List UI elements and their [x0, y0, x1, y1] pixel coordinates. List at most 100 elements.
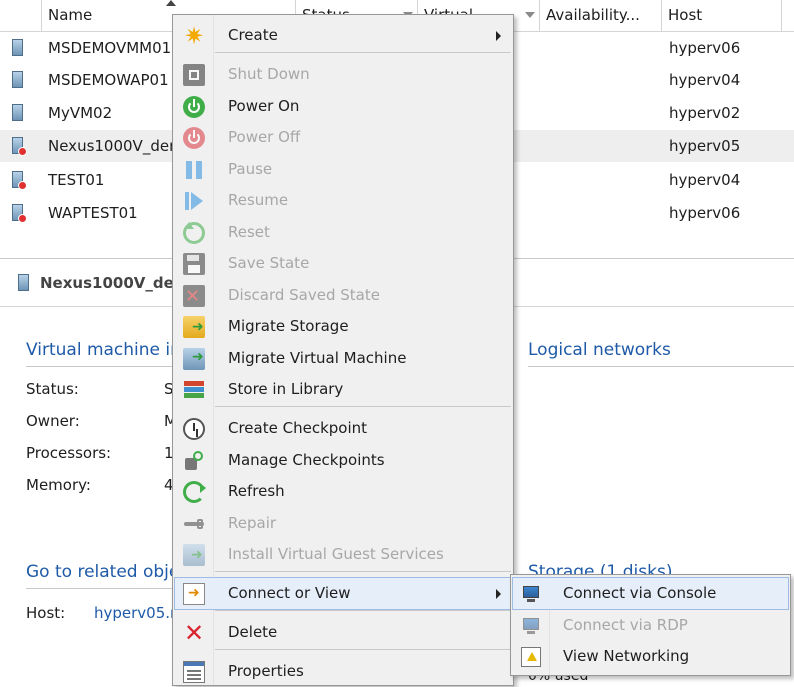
menu-item-label: Connect via RDP: [563, 616, 688, 634]
migrate-storage-icon: [183, 316, 205, 338]
menu-item-label: Install Virtual Guest Services: [228, 545, 444, 563]
menu-item-connect-or-view[interactable]: Connect or View: [174, 577, 512, 610]
menu-item-power-off[interactable]: Power Off: [175, 122, 511, 153]
menu-item-label: View Networking: [563, 647, 690, 665]
host-cell: hyperv05: [669, 137, 741, 155]
console-monitor-icon: [521, 584, 541, 604]
property-label: Processors:: [26, 444, 112, 462]
vm-icon: [10, 171, 27, 190]
menu-item-reset[interactable]: Reset: [175, 217, 511, 248]
menu-item-power-on[interactable]: Power On: [175, 91, 511, 122]
delete-icon: ✕: [183, 619, 205, 647]
menu-item-properties[interactable]: Properties: [175, 656, 511, 687]
property-label: Memory:: [26, 476, 91, 494]
migrate-vm-icon: [183, 348, 205, 370]
menu-item-save-state[interactable]: Save State: [175, 248, 511, 279]
vm-icon: [10, 137, 27, 156]
vm-name-cell: TEST01: [48, 171, 105, 189]
refresh-icon: [183, 481, 206, 503]
menu-item-label: Shut Down: [228, 65, 310, 83]
menu-item-delete[interactable]: ✕ Delete: [175, 617, 511, 648]
discard-icon: [183, 281, 205, 312]
networking-icon: [521, 647, 541, 667]
menu-item-label: Reset: [228, 223, 270, 241]
menu-item-store-in-library[interactable]: Store in Library: [175, 374, 511, 405]
menu-item-manage-checkpoints[interactable]: Manage Checkpoints: [175, 445, 511, 476]
menu-item-label: Repair: [228, 514, 277, 532]
context-menu: ✷ Create Shut Down Power On Power Off Pause Re…: [172, 14, 514, 686]
host-cell: hyperv02: [669, 104, 741, 122]
menu-item-install-guest-services[interactable]: Install Virtual Guest Services: [175, 539, 511, 570]
vm-icon: [10, 104, 24, 122]
menu-item-label: Delete: [228, 623, 278, 641]
menu-item-discard-saved-state[interactable]: Discard Saved State: [175, 280, 511, 312]
menu-separator: [215, 406, 511, 407]
vm-name-cell: MSDEMOWAP01: [48, 71, 169, 89]
menu-separator: [215, 52, 511, 53]
host-cell: hyperv06: [669, 39, 741, 57]
column-header-availability[interactable]: Availability...: [540, 0, 662, 31]
menu-item-migrate-vm[interactable]: Migrate Virtual Machine: [175, 343, 511, 374]
menu-item-create-checkpoint[interactable]: Create Checkpoint: [175, 413, 511, 444]
menu-item-connect-via-console[interactable]: Connect via Console: [512, 577, 789, 610]
host-cell: hyperv06: [669, 204, 741, 222]
menu-item-label: Refresh: [228, 482, 285, 500]
menu-item-migrate-storage[interactable]: Migrate Storage: [175, 311, 511, 342]
menu-item-label: Connect or View: [228, 584, 351, 602]
vm-icon: [16, 274, 30, 292]
menu-item-shut-down[interactable]: Shut Down: [175, 59, 511, 90]
menu-separator: [215, 649, 511, 650]
vm-icon: [10, 204, 27, 223]
menu-item-label: Power On: [228, 97, 300, 115]
rdp-monitor-icon: [521, 616, 541, 636]
logical-networks-title: Logical networks: [528, 340, 671, 360]
connect-or-view-submenu: Connect via Console Connect via RDP View N…: [510, 574, 791, 676]
menu-item-label: Migrate Virtual Machine: [228, 349, 407, 367]
manage-checkpoints-icon: [183, 450, 205, 472]
host-cell: hyperv04: [669, 171, 741, 189]
vm-name-cell: MSDEMOVMM01: [48, 39, 172, 57]
property-label: Owner:: [26, 412, 80, 430]
menu-item-repair[interactable]: Repair: [175, 508, 511, 539]
section-underline: [26, 366, 172, 367]
menu-item-label: Resume: [228, 191, 289, 209]
reset-icon: [183, 222, 205, 244]
menu-item-label: Properties: [228, 662, 304, 680]
menu-item-label: Store in Library: [228, 380, 344, 398]
menu-item-label: Save State: [228, 254, 310, 272]
host-label: Host:: [26, 604, 66, 622]
menu-item-view-networking[interactable]: View Networking: [513, 641, 788, 672]
menu-item-label: Migrate Storage: [228, 317, 349, 335]
column-header-status-icon[interactable]: [0, 0, 42, 31]
menu-item-label: Connect via Console: [563, 584, 717, 602]
sort-ascending-icon: [166, 0, 176, 6]
menu-item-create[interactable]: ✷ Create: [175, 20, 511, 51]
repair-icon: [183, 513, 205, 535]
vm-name-cell: WAPTEST01: [48, 204, 138, 222]
vm-name-cell: MyVM02: [48, 104, 113, 122]
column-header-host[interactable]: Host: [662, 0, 782, 31]
filter-dropdown-icon[interactable]: [525, 12, 535, 18]
section-underline: [26, 588, 172, 589]
vm-icon: [10, 71, 24, 89]
resume-icon: [183, 190, 205, 212]
shutdown-icon: [183, 64, 205, 86]
power-off-icon: [183, 127, 205, 149]
host-cell: hyperv04: [669, 71, 741, 89]
checkpoint-icon: [183, 418, 205, 440]
properties-icon: [183, 661, 205, 683]
menu-item-label: Manage Checkpoints: [228, 451, 385, 469]
menu-item-resume[interactable]: Resume: [175, 185, 511, 216]
column-header-more[interactable]: [782, 0, 794, 31]
menu-item-label: Create: [228, 26, 278, 44]
menu-item-refresh[interactable]: Refresh: [175, 476, 511, 507]
menu-separator: [215, 610, 511, 611]
menu-item-pause[interactable]: Pause: [175, 154, 511, 185]
sun-icon: ✷: [183, 22, 205, 50]
section-underline: [528, 366, 794, 367]
submenu-arrow-icon: [496, 31, 501, 41]
vm-icon: [10, 39, 24, 57]
details-header: Nexus1000V_demo: [0, 268, 200, 298]
library-icon: [183, 379, 205, 401]
menu-item-connect-via-rdp[interactable]: Connect via RDP: [513, 610, 788, 641]
